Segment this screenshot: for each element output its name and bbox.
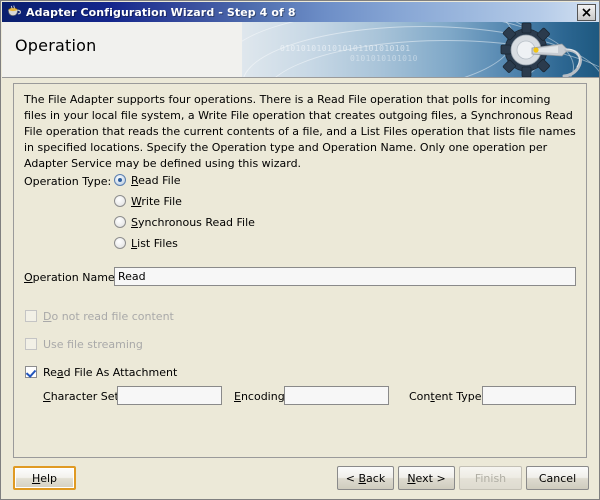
finish-button: Finish — [459, 466, 522, 490]
checkbox-use-file-streaming-indicator — [25, 338, 37, 350]
checkbox-read-file-as-attachment[interactable]: Read File As Attachment — [25, 364, 177, 380]
character-set-input[interactable] — [117, 386, 222, 405]
radio-read-file-indicator[interactable] — [114, 174, 126, 186]
encoding-input[interactable] — [284, 386, 389, 405]
checkbox-read-file-as-attachment-label: Read File As Attachment — [43, 365, 178, 379]
java-coffee-cup-icon — [6, 4, 22, 20]
button-bar: Help < Back Next > Finish Cancel — [2, 462, 599, 499]
cancel-button-label: Cancel — [538, 471, 577, 485]
operation-name-input[interactable] — [114, 267, 576, 286]
encoding-label: Encoding: — [234, 390, 289, 403]
close-icon[interactable] — [577, 4, 596, 21]
radio-read-file-label: Read File — [131, 173, 181, 187]
close-glyph — [582, 8, 591, 17]
radio-write-file[interactable]: Write File — [114, 193, 182, 209]
radio-synchronous-read-file-label: Synchronous Read File — [131, 215, 255, 229]
next-button[interactable]: Next > — [398, 466, 455, 490]
back-button[interactable]: < Back — [337, 466, 394, 490]
checkbox-do-not-read-file-content: Do not read file content — [25, 308, 174, 324]
checkbox-read-file-as-attachment-indicator[interactable] — [25, 366, 37, 378]
checkbox-use-file-streaming: Use file streaming — [25, 336, 143, 352]
checkbox-do-not-read-file-content-indicator — [25, 310, 37, 322]
radio-synchronous-read-file-indicator[interactable] — [114, 216, 126, 228]
operation-type-label-text: Operation Type: — [24, 175, 112, 188]
content-type-label: Content Type: — [409, 390, 486, 403]
wizard-banner: 0101010101010101101010101 0101010101010 — [2, 22, 599, 78]
dialog-content: The File Adapter supports four operation… — [2, 79, 599, 499]
radio-list-files-indicator[interactable] — [114, 237, 126, 249]
radio-write-file-indicator[interactable] — [114, 195, 126, 207]
cancel-button[interactable]: Cancel — [526, 466, 589, 490]
page-title: Operation — [15, 36, 97, 55]
back-button-label: < Back — [345, 471, 386, 485]
radio-synchronous-read-file[interactable]: Synchronous Read File — [114, 214, 255, 230]
title-bar: Adapter Configuration Wizard - Step 4 of… — [2, 2, 599, 22]
window-title: Adapter Configuration Wizard - Step 4 of… — [26, 5, 296, 19]
banner-artwork: 0101010101010101101010101 0101010101010 — [242, 22, 599, 78]
radio-read-file[interactable]: Read File — [114, 172, 181, 188]
finish-button-label: Finish — [474, 471, 507, 485]
panel-description: The File Adapter supports four operation… — [24, 93, 576, 170]
operation-type-label: Operation Type: — [24, 175, 111, 188]
radio-write-file-label: Write File — [131, 194, 182, 208]
banner-divider — [2, 77, 599, 78]
radio-list-files-label: List Files — [131, 236, 178, 250]
checkbox-use-file-streaming-label: Use file streaming — [43, 337, 143, 351]
help-button-label: Help — [31, 471, 58, 485]
checkbox-do-not-read-file-content-label: Do not read file content — [43, 309, 174, 323]
character-set-label: Character Set: — [43, 390, 123, 403]
operation-panel: The File Adapter supports four operation… — [13, 83, 587, 458]
wizard-window: Adapter Configuration Wizard - Step 4 of… — [0, 0, 600, 500]
next-button-label: Next > — [407, 471, 446, 485]
radio-list-files[interactable]: List Files — [114, 235, 178, 251]
operation-name-label: Operation Name: — [24, 271, 119, 284]
gear-wrench-icon — [476, 22, 596, 78]
content-type-input[interactable] — [482, 386, 576, 405]
help-button[interactable]: Help — [13, 466, 76, 490]
